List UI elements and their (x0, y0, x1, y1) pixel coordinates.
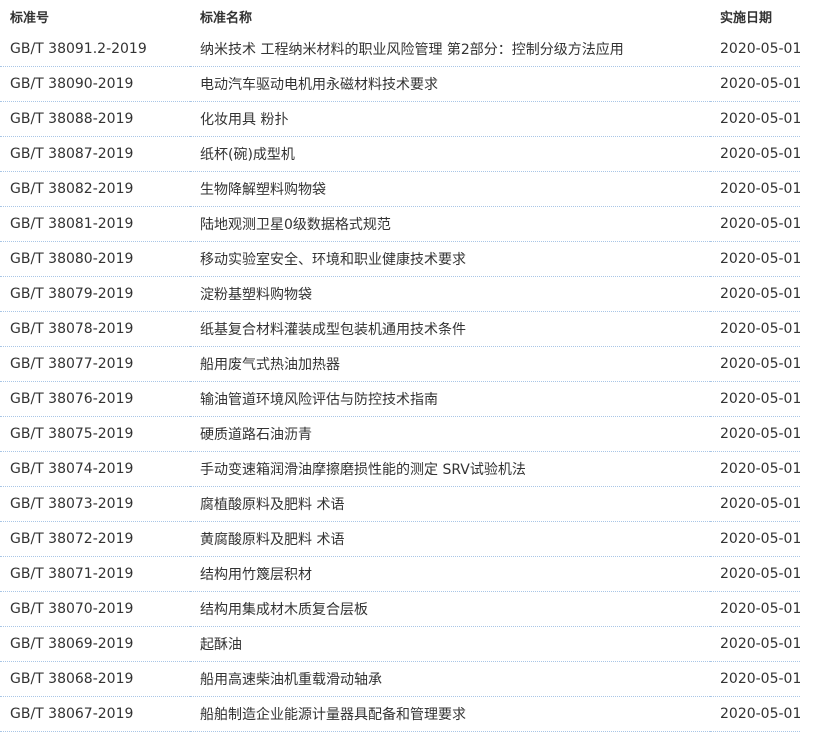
table-header: 标准号 标准名称 实施日期 (0, 0, 800, 32)
standard-name-cell[interactable]: 纸基复合材料灌装成型包装机通用技术条件 (190, 311, 710, 347)
header-name: 标准名称 (200, 10, 253, 26)
standard-name-cell[interactable]: 纸杯(碗)成型机 (190, 136, 710, 172)
standard-code-cell[interactable]: GB/T 38075-2019 (0, 416, 190, 452)
effective-date-cell: 2020-05-01 (710, 486, 800, 522)
table-row[interactable]: GB/T 38072-2019 黄腐酸原料及肥料 术语 2020-05-01 (0, 521, 800, 557)
table-row[interactable]: GB/T 38090-2019 电动汽车驱动电机用永磁材料技术要求 2020-05-… (0, 66, 800, 102)
effective-date-cell: 2020-05-01 (710, 276, 800, 312)
standard-code-cell[interactable]: GB/T 38082-2019 (0, 171, 190, 207)
header-date: 实施日期 (720, 10, 773, 26)
effective-date-cell: 2020-05-01 (710, 661, 800, 697)
effective-date-cell: 2020-05-01 (710, 346, 800, 382)
standard-name-cell[interactable]: 结构用集成材木质复合层板 (190, 591, 710, 627)
standard-name-cell[interactable]: 船舶制造企业能源计量器具配备和管理要求 (190, 696, 710, 732)
standard-name-cell[interactable]: 手动变速箱润滑油摩擦磨损性能的测定 SRV试验机法 (190, 451, 710, 487)
table-row[interactable]: GB/T 38068-2019 船用高速柴油机重载滑动轴承 2020-05-01 (0, 661, 800, 697)
standard-code-cell[interactable]: GB/T 38070-2019 (0, 591, 190, 627)
effective-date-cell: 2020-05-01 (710, 311, 800, 347)
standard-code-cell[interactable]: GB/T 38073-2019 (0, 486, 190, 522)
standard-name-cell[interactable]: 硬质道路石油沥青 (190, 416, 710, 452)
standard-name-cell[interactable]: 纳米技术 工程纳米材料的职业风险管理 第2部分：控制分级方法应用 (190, 32, 710, 67)
effective-date-cell: 2020-05-01 (710, 66, 800, 102)
table-row[interactable]: GB/T 38075-2019 硬质道路石油沥青 2020-05-01 (0, 416, 800, 452)
standard-code-cell[interactable]: GB/T 38079-2019 (0, 276, 190, 312)
table-row[interactable]: GB/T 38073-2019 腐植酸原料及肥料 术语 2020-05-01 (0, 486, 800, 522)
effective-date-cell: 2020-05-01 (710, 136, 800, 172)
table-row[interactable]: GB/T 38067-2019 船舶制造企业能源计量器具配备和管理要求 2020-0… (0, 696, 800, 732)
effective-date-cell: 2020-05-01 (710, 521, 800, 557)
effective-date-cell: 2020-05-01 (710, 696, 800, 732)
effective-date-cell: 2020-05-01 (710, 241, 800, 277)
standard-code-cell[interactable]: GB/T 38071-2019 (0, 556, 190, 592)
effective-date-cell: 2020-05-01 (710, 626, 800, 662)
effective-date-cell: 2020-05-01 (710, 416, 800, 452)
standard-code-cell[interactable]: GB/T 38068-2019 (0, 661, 190, 697)
effective-date-cell: 2020-05-01 (710, 206, 800, 242)
effective-date-cell: 2020-05-01 (710, 451, 800, 487)
standard-name-cell[interactable]: 电动汽车驱动电机用永磁材料技术要求 (190, 66, 710, 102)
table-row[interactable]: GB/T 38077-2019 船用废气式热油加热器 2020-05-01 (0, 346, 800, 382)
standard-name-cell[interactable]: 腐植酸原料及肥料 术语 (190, 486, 710, 522)
table-body: GB/T 38091.2-2019 纳米技术 工程纳米材料的职业风险管理 第2部分… (0, 32, 800, 732)
standard-code-cell[interactable]: GB/T 38090-2019 (0, 66, 190, 102)
table-row[interactable]: GB/T 38088-2019 化妆用具 粉扑 2020-05-01 (0, 101, 800, 137)
effective-date-cell: 2020-05-01 (710, 381, 800, 417)
table-row[interactable]: GB/T 38079-2019 淀粉基塑料购物袋 2020-05-01 (0, 276, 800, 312)
standard-code-cell[interactable]: GB/T 38088-2019 (0, 101, 190, 137)
standard-name-cell[interactable]: 淀粉基塑料购物袋 (190, 276, 710, 312)
effective-date-cell: 2020-05-01 (710, 171, 800, 207)
table-row[interactable]: GB/T 38074-2019 手动变速箱润滑油摩擦磨损性能的测定 SRV试验机法… (0, 451, 800, 487)
standard-name-cell[interactable]: 输油管道环境风险评估与防控技术指南 (190, 381, 710, 417)
table-row[interactable]: GB/T 38087-2019 纸杯(碗)成型机 2020-05-01 (0, 136, 800, 172)
table-row[interactable]: GB/T 38080-2019 移动实验室安全、环境和职业健康技术要求 2020-0… (0, 241, 800, 277)
standard-name-cell[interactable]: 起酥油 (190, 626, 710, 662)
table-row[interactable]: GB/T 38070-2019 结构用集成材木质复合层板 2020-05-01 (0, 591, 800, 627)
table-row[interactable]: GB/T 38078-2019 纸基复合材料灌装成型包装机通用技术条件 2020-0… (0, 311, 800, 347)
table-row[interactable]: GB/T 38071-2019 结构用竹篾层积材 2020-05-01 (0, 556, 800, 592)
table-row[interactable]: GB/T 38076-2019 输油管道环境风险评估与防控技术指南 2020-05-… (0, 381, 800, 417)
standard-code-cell[interactable]: GB/T 38072-2019 (0, 521, 190, 557)
standard-code-cell[interactable]: GB/T 38074-2019 (0, 451, 190, 487)
effective-date-cell: 2020-05-01 (710, 32, 800, 67)
standard-code-cell[interactable]: GB/T 38078-2019 (0, 311, 190, 347)
standard-code-cell[interactable]: GB/T 38081-2019 (0, 206, 190, 242)
standard-name-cell[interactable]: 生物降解塑料购物袋 (190, 171, 710, 207)
standard-name-cell[interactable]: 化妆用具 粉扑 (190, 101, 710, 137)
effective-date-cell: 2020-05-01 (710, 556, 800, 592)
table-row[interactable]: GB/T 38091.2-2019 纳米技术 工程纳米材料的职业风险管理 第2部分… (0, 32, 800, 67)
standard-code-cell[interactable]: GB/T 38076-2019 (0, 381, 190, 417)
standard-code-cell[interactable]: GB/T 38091.2-2019 (0, 32, 190, 67)
standard-name-cell[interactable]: 陆地观测卫星0级数据格式规范 (190, 206, 710, 242)
table-row[interactable]: GB/T 38082-2019 生物降解塑料购物袋 2020-05-01 (0, 171, 800, 207)
standard-code-cell[interactable]: GB/T 38077-2019 (0, 346, 190, 382)
standard-code-cell[interactable]: GB/T 38080-2019 (0, 241, 190, 277)
table-row[interactable]: GB/T 38081-2019 陆地观测卫星0级数据格式规范 2020-05-01 (0, 206, 800, 242)
standard-code-cell[interactable]: GB/T 38067-2019 (0, 696, 190, 732)
effective-date-cell: 2020-05-01 (710, 101, 800, 137)
standards-table: 标准号 标准名称 实施日期 GB/T 38091.2-2019 纳米技术 工程纳米… (0, 0, 800, 732)
table-row[interactable]: GB/T 38069-2019 起酥油 2020-05-01 (0, 626, 800, 662)
standard-name-cell[interactable]: 船用高速柴油机重载滑动轴承 (190, 661, 710, 697)
header-row: 标准号 标准名称 实施日期 (0, 0, 800, 32)
header-code: 标准号 (10, 10, 50, 26)
standard-code-cell[interactable]: GB/T 38087-2019 (0, 136, 190, 172)
effective-date-cell: 2020-05-01 (710, 591, 800, 627)
standard-name-cell[interactable]: 黄腐酸原料及肥料 术语 (190, 521, 710, 557)
standard-name-cell[interactable]: 结构用竹篾层积材 (190, 556, 710, 592)
standard-name-cell[interactable]: 移动实验室安全、环境和职业健康技术要求 (190, 241, 710, 277)
standard-name-cell[interactable]: 船用废气式热油加热器 (190, 346, 710, 382)
standard-code-cell[interactable]: GB/T 38069-2019 (0, 626, 190, 662)
